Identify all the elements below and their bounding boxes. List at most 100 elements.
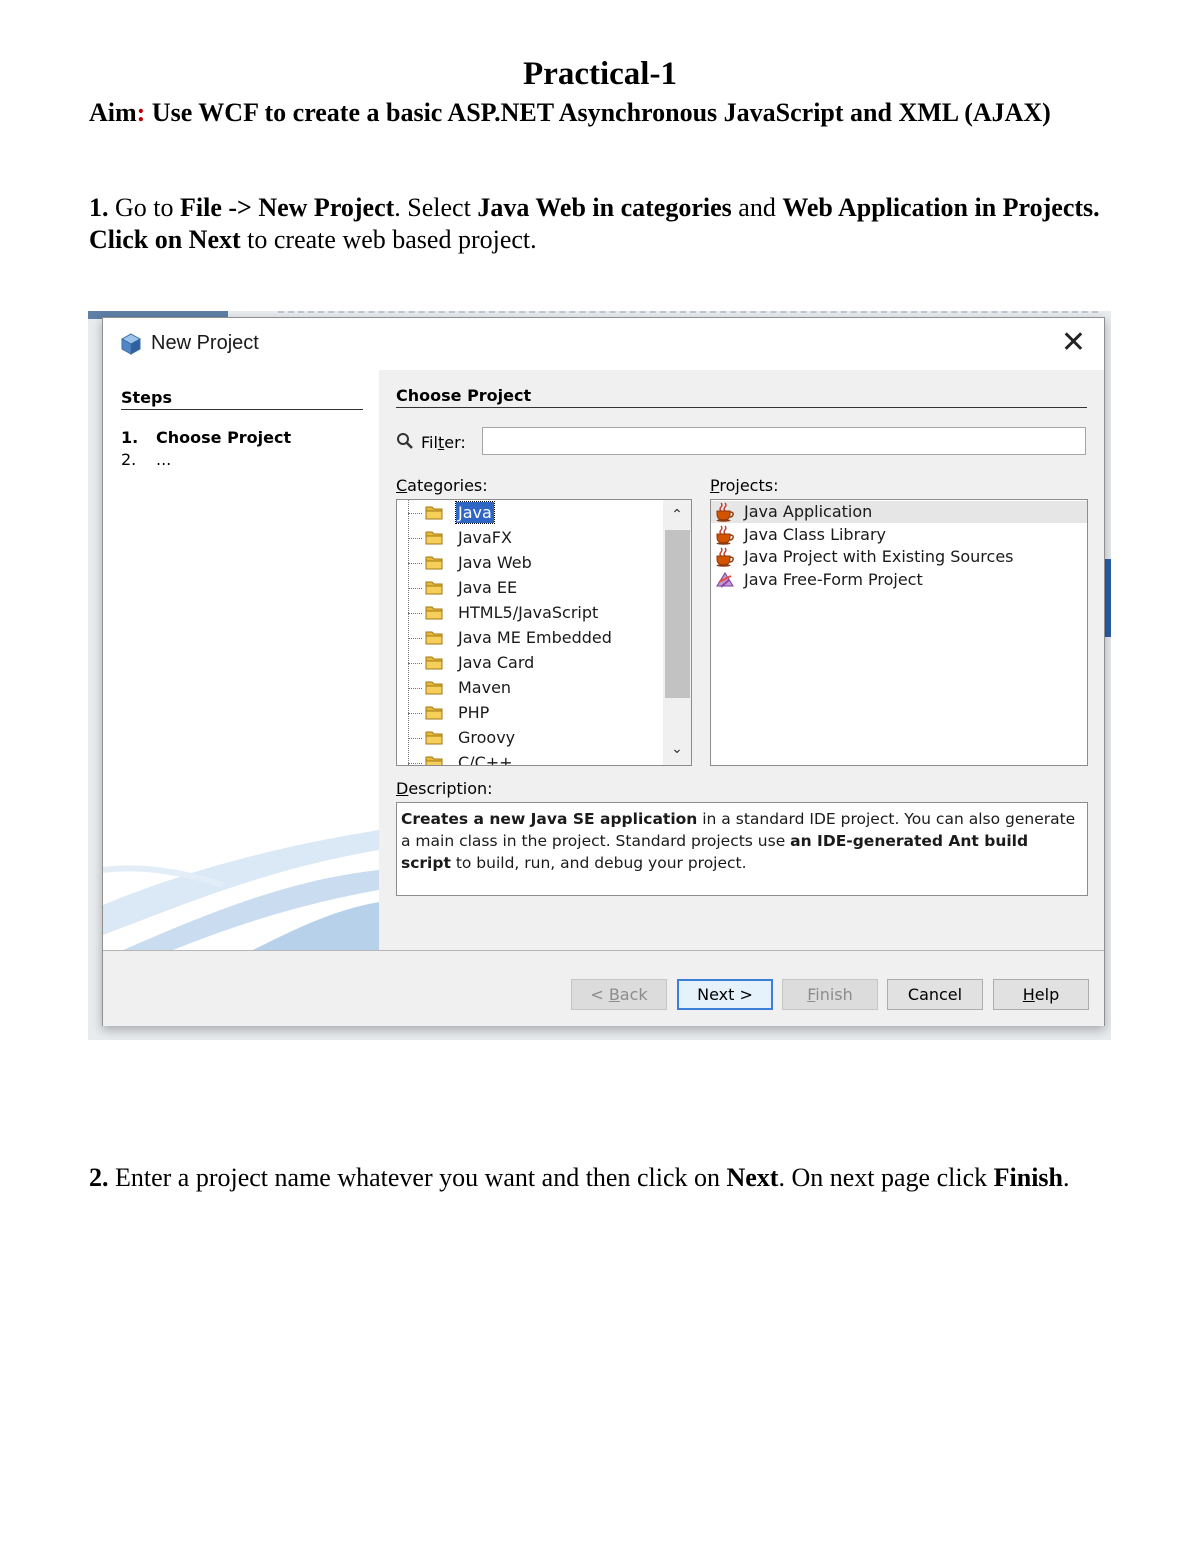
filter-label: Filter: [421, 433, 466, 452]
step-2-text: . [1063, 1163, 1070, 1192]
new-project-dialog: New Project ✕ Steps 1. Choose Project 2..… [102, 317, 1105, 1026]
category-item[interactable]: Java ME Embedded [397, 626, 659, 650]
folder-icon [425, 578, 443, 596]
project-item[interactable]: Java Application [711, 501, 1087, 523]
folder-icon [425, 603, 443, 621]
projects-label-mnemonic: P [710, 476, 720, 495]
project-label: Java Class Library [744, 524, 887, 544]
steps-header: Steps [121, 388, 363, 410]
step-1-bold: File -> New Project [180, 193, 395, 222]
scroll-up-icon[interactable]: ⌃ [668, 506, 686, 524]
back-button-text: < [590, 985, 609, 1004]
tree-connector-line [408, 738, 422, 739]
free-form-project-icon [715, 570, 735, 590]
category-item[interactable]: PHP [397, 701, 659, 725]
description-label-mnemonic: D [396, 779, 409, 798]
tree-connector-line [408, 763, 422, 764]
folder-icon [425, 728, 443, 746]
category-item[interactable]: Java Web [397, 551, 659, 575]
category-label: PHP [458, 703, 490, 722]
projects-list[interactable]: Java Application Java Class Library Java P… [710, 499, 1088, 766]
filter-input[interactable] [482, 427, 1086, 455]
step-label: Choose Project [156, 428, 292, 447]
step-1-bold: Java Web in categories [477, 193, 732, 222]
category-item[interactable]: C/C++ [397, 751, 659, 765]
category-label: Java EE [458, 578, 518, 597]
step-2-text: Enter a project name whatever you want a… [108, 1163, 727, 1192]
tree-connector-line [408, 688, 422, 689]
step-item: 1. Choose Project [121, 428, 291, 447]
back-button[interactable]: < Back [571, 979, 667, 1010]
help-button-text: elp [1034, 985, 1060, 1004]
categories-label: Categories: [396, 476, 488, 495]
description-box: Creates a new Java SE application in a s… [396, 802, 1088, 896]
description-text: to build, run, and debug your project. [450, 854, 747, 872]
step-number: 1. [121, 428, 139, 447]
tree-connector-line [408, 638, 422, 639]
categories-label-text: ategories: [407, 476, 488, 495]
folder-icon [425, 753, 443, 765]
project-item[interactable]: Java Project with Existing Sources [711, 546, 1087, 568]
projects-label-text: rojects: [719, 476, 779, 495]
next-button[interactable]: Next > [677, 979, 773, 1010]
help-button[interactable]: Help [993, 979, 1089, 1010]
search-icon [397, 433, 413, 449]
close-icon[interactable]: ✕ [1061, 328, 1086, 358]
step-item: 2.... [121, 450, 171, 469]
dialog-button-bar: < Back Next > Finish Cancel Help [103, 950, 1104, 1026]
project-item[interactable]: Java Class Library [711, 524, 1087, 546]
dialog-titlebar: New Project ✕ [103, 318, 1104, 370]
decorative-swoosh [103, 830, 379, 950]
screenshot-figure: New Project ✕ Steps 1. Choose Project 2..… [88, 311, 1111, 1040]
step-1-number: 1. [89, 193, 109, 222]
panel-title: Choose Project [396, 386, 1087, 408]
description-bold: Creates a new Java SE application [401, 810, 698, 828]
folder-icon [425, 628, 443, 646]
category-label: Java [455, 501, 495, 524]
category-label: JavaFX [458, 528, 512, 547]
category-item[interactable]: HTML5/JavaScript [397, 601, 659, 625]
aim-label: Aim [89, 98, 137, 127]
step-number: 2. [121, 450, 137, 469]
step-1-text: to create web based project. [240, 225, 537, 254]
step-2-paragraph: 2. Enter a project name whatever you wan… [89, 1162, 1119, 1194]
back-button-mnemonic: B [608, 985, 620, 1004]
tree-connector-line [408, 663, 422, 664]
category-item[interactable]: Java [397, 501, 659, 525]
category-item[interactable]: Java EE [397, 576, 659, 600]
categories-tree[interactable]: Java JavaFX Java Web Java EE HTML5/JavaScrip… [396, 499, 692, 766]
category-label: Java Card [458, 653, 535, 672]
project-item[interactable]: Java Free-Form Project [711, 569, 1087, 591]
category-item[interactable]: Java Card [397, 651, 659, 675]
category-item[interactable]: Groovy [397, 726, 659, 750]
categories-scrollbar[interactable]: ⌃ ⌄ [663, 500, 691, 765]
tree-connector-line [408, 588, 422, 589]
scroll-down-icon[interactable]: ⌄ [668, 740, 686, 758]
scrollbar-thumb[interactable] [665, 530, 690, 698]
filter-label-text: Fil [421, 433, 438, 452]
step-2-number: 2. [89, 1163, 109, 1192]
folder-icon [425, 553, 443, 571]
category-item[interactable]: Maven [397, 676, 659, 700]
folder-icon [425, 703, 443, 721]
category-label: Maven [458, 678, 512, 697]
cancel-button[interactable]: Cancel [887, 979, 983, 1010]
step-1-paragraph: 1. Go to File -> New Project. Select Jav… [89, 192, 1119, 256]
step-2-bold: Finish [993, 1163, 1063, 1192]
project-label: Java Application [744, 502, 873, 521]
coffee-cup-icon [715, 547, 735, 567]
tree-connector-line [408, 538, 422, 539]
coffee-cup-icon [715, 525, 735, 545]
step-2-text: . On next page click [778, 1163, 994, 1192]
finish-button[interactable]: Finish [782, 979, 878, 1010]
category-item[interactable]: JavaFX [397, 526, 659, 550]
dialog-title: New Project [151, 332, 259, 354]
step-1-text: and [731, 193, 783, 222]
coffee-cup-icon [715, 502, 735, 522]
netbeans-cube-icon [120, 333, 142, 355]
finish-button-text: inish [815, 985, 853, 1004]
aim-text: Use WCF to create a basic ASP.NET Asynch… [145, 98, 1051, 127]
aim-paragraph: Aim: Use WCF to create a basic ASP.NET A… [89, 97, 1119, 129]
back-button-text: ack [619, 985, 648, 1004]
folder-icon [425, 678, 443, 696]
